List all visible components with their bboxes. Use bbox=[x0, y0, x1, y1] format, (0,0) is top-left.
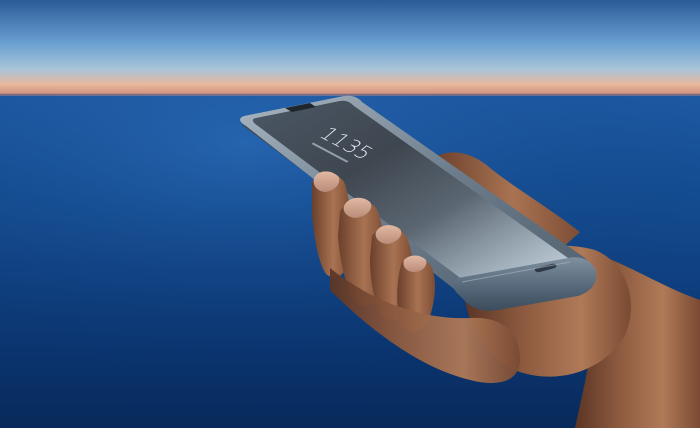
photo-canvas: 11 35 bbox=[0, 0, 700, 428]
product-photo: 11 35 bbox=[0, 0, 700, 428]
sky bbox=[0, 0, 700, 96]
horizon-line bbox=[0, 93, 700, 96]
